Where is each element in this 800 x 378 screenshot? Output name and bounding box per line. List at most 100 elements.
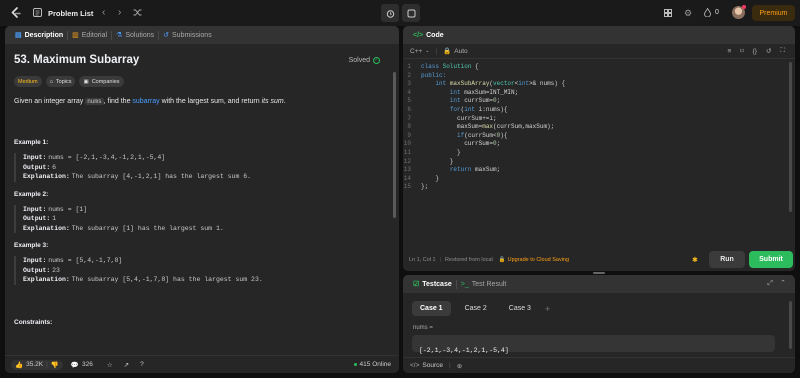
share-icon[interactable]: ↗ (124, 361, 129, 369)
example-output: 23 (52, 266, 60, 274)
case-tab-1[interactable]: Case 1 (412, 301, 451, 316)
fire-streak-icon[interactable] (704, 8, 711, 17)
topics-tag[interactable]: ⌂ Topics (45, 76, 76, 87)
resize-handle[interactable] (593, 272, 605, 274)
grid-icon[interactable] (664, 9, 672, 17)
line-number: 11 (403, 148, 411, 156)
collapse-icon[interactable]: ⌃ (780, 279, 786, 287)
thumbs-down-icon[interactable]: 👎 (51, 361, 59, 369)
code-line[interactable]: 6 for(int i:nums){ (403, 106, 795, 115)
submit-button[interactable]: Submit (749, 251, 793, 268)
tab-testcase[interactable]: ☑ Testcase (409, 275, 456, 293)
expand-icon[interactable]: ⤢ (767, 280, 773, 288)
difficulty-badge[interactable]: Medium (14, 76, 42, 87)
thumbs-up-icon: 👍 (15, 361, 24, 369)
code-token: public: (421, 71, 447, 79)
code-line[interactable]: 4 int maxSum=INT_MIN; (403, 89, 795, 98)
code-line[interactable]: 5 int currSum= 0; (403, 97, 795, 106)
source-label[interactable]: Source (422, 362, 443, 369)
code-line[interactable]: 2 public: (403, 72, 795, 81)
format-icon[interactable]: ≡ (728, 48, 732, 55)
reset-icon[interactable]: ↺ (766, 47, 771, 55)
braces-icon[interactable]: {} (753, 48, 757, 55)
companies-tag[interactable]: ▣ Companies (79, 76, 124, 87)
chevron-down-icon[interactable]: ⌄ (425, 48, 429, 54)
language-select[interactable]: C++ (410, 48, 422, 55)
input-label: Input: (23, 154, 47, 161)
code-editor[interactable]: 1 class Solution {2 public: 3 int maxSubArr… (403, 59, 795, 192)
fullscreen-icon[interactable]: ⛶ (780, 47, 785, 55)
output-label: Output: (23, 266, 51, 274)
bookmark-icon[interactable]: ⌑ (740, 47, 743, 55)
code-line[interactable]: 1 class Solution { (403, 63, 795, 72)
tab-submissions[interactable]: ↺ Submissions (159, 26, 216, 44)
tab-solutions[interactable]: ⚗ Solutions (112, 26, 158, 44)
run-button[interactable]: Run (709, 251, 745, 268)
code-line[interactable]: 9 if (currSum< 0){ (403, 132, 795, 141)
code-token: currSum= (464, 97, 494, 105)
companies-label: Companies (91, 78, 120, 85)
help-icon[interactable]: ? (140, 361, 144, 368)
book-icon: ▥ (72, 32, 79, 39)
example-explanation: The subarray [1] has the largest sum 1. (71, 224, 224, 232)
notification-dot (742, 5, 746, 9)
subarray-link[interactable]: subarray (132, 98, 159, 105)
streak-count: 0 (715, 9, 719, 16)
constraints-title: Constraints: (14, 318, 53, 326)
check-circle-icon: ✓ (373, 56, 380, 64)
case-tab-2[interactable]: Case 2 (457, 301, 495, 316)
code-brackets-icon: </> (413, 31, 424, 39)
code-line[interactable]: 10 currSum= 0; (403, 140, 795, 149)
settings-gear-icon[interactable]: ⚙ (684, 8, 692, 19)
code-line[interactable]: 13 return maxSum; (403, 166, 795, 175)
add-icon[interactable]: ⊕ (457, 362, 462, 370)
tab-code[interactable]: </> Code (409, 26, 448, 44)
code-line[interactable]: 8 maxSum= max (currSum,maxSum); (403, 123, 795, 132)
chevron-right-icon[interactable]: › (118, 7, 121, 18)
tab-test-result[interactable]: >_ Test Result (457, 275, 511, 293)
mode-label[interactable]: Auto (454, 48, 467, 55)
add-case-icon[interactable]: + (545, 304, 550, 314)
statement-text: , find the (103, 98, 133, 105)
restored-status: Restored from local (445, 257, 493, 263)
terminal-icon: >_ (460, 280, 469, 288)
editor-scrollbar[interactable] (789, 62, 792, 212)
premium-button[interactable]: Premium (752, 5, 795, 21)
comments-button[interactable]: 💬 326 (71, 361, 93, 369)
testcase-scrollbar[interactable] (789, 301, 792, 349)
chevron-left-icon[interactable]: ‹ (102, 7, 105, 18)
code-token: maxSum= (421, 123, 483, 131)
problem-list-link[interactable]: Problem List (48, 9, 93, 18)
scrollbar[interactable] (393, 72, 396, 218)
list-icon[interactable] (33, 8, 42, 17)
statement-text: . (283, 98, 286, 105)
shuffle-icon[interactable] (133, 8, 142, 17)
toolbar-divider: | (435, 47, 438, 55)
like-button[interactable]: 👍 35.2K | 👎 (11, 359, 63, 370)
code-line[interactable]: 14 } (403, 175, 795, 184)
tab-description-label: Description (24, 31, 64, 39)
debugger-icon[interactable]: ✱ (692, 256, 698, 264)
example-input: nums = [5,4,-1,7,8] (48, 257, 123, 264)
code-token: vector (493, 80, 515, 88)
nums-input[interactable]: [-2,1,-3,4,-1,2,1,-5,4] (412, 335, 775, 354)
like-count: 35.2K (26, 361, 44, 368)
timer-icon[interactable] (381, 4, 399, 22)
upgrade-link[interactable]: Upgrade to Cloud Saving (508, 257, 569, 263)
code-line[interactable]: 11 } (403, 149, 795, 158)
star-icon[interactable]: ☆ (107, 361, 113, 369)
case-tabs: Case 1 Case 2 Case 3 + (412, 301, 795, 316)
code-token: } (421, 157, 454, 165)
tab-editorial[interactable]: ▥ Editorial (68, 26, 111, 44)
notes-icon[interactable] (402, 4, 420, 22)
statement-text: with the largest sum, and return (159, 98, 262, 105)
code-line[interactable]: 12 } (403, 158, 795, 167)
line-number: 4 (407, 88, 411, 96)
code-line[interactable]: 3 int maxSubArray(vector < int >& nums) { (403, 80, 795, 89)
leetcode-logo-icon[interactable] (9, 7, 21, 19)
code-line[interactable]: 7 currSum+=i; (403, 115, 795, 124)
tab-description[interactable]: ▤ Description (11, 26, 67, 44)
code-line[interactable]: 15}; (403, 183, 795, 192)
case-tab-3[interactable]: Case 3 (501, 301, 539, 316)
